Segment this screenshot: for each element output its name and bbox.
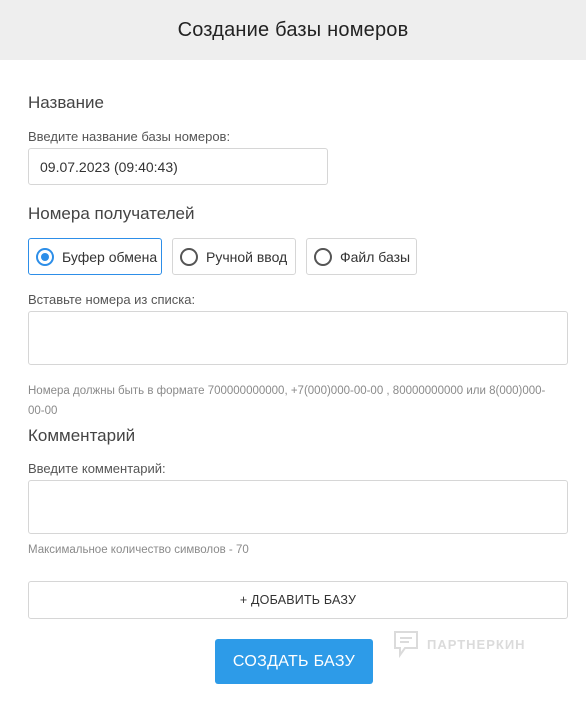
name-input-label: Введите название базы номеров: xyxy=(28,129,231,144)
base-name-input[interactable] xyxy=(28,148,328,185)
radio-file[interactable]: Файл базы xyxy=(306,238,417,275)
max-chars-hint: Максимальное количество символов - 70 xyxy=(28,544,249,556)
name-section-title: Название xyxy=(28,93,104,112)
comment-section-title: Комментарий xyxy=(28,426,136,445)
page-title: Создание базы номеров xyxy=(177,18,409,41)
create-base-button[interactable]: СОЗДАТЬ БАЗУ xyxy=(215,639,373,684)
radio-file-label: Файл базы xyxy=(340,248,411,265)
recipients-section-title: Номера получателей xyxy=(28,204,195,223)
comment-textarea[interactable] xyxy=(28,480,568,534)
radio-manual-input-label: Ручной ввод xyxy=(206,248,288,265)
chat-bubble-icon xyxy=(394,631,418,658)
radio-unchecked-icon xyxy=(314,247,332,266)
radio-clipboard-label: Буфер обмена xyxy=(62,248,158,265)
numbers-textarea[interactable] xyxy=(28,311,568,365)
add-base-button[interactable]: + ДОБАВИТЬ БАЗУ xyxy=(28,581,568,619)
radio-checked-icon xyxy=(36,247,54,266)
watermark-text: ПАРТНЕРКИН xyxy=(427,636,526,652)
comment-input-label: Введите комментарий: xyxy=(28,461,166,476)
page-header: Создание базы номеров xyxy=(0,0,586,60)
watermark: ПАРТНЕРКИН xyxy=(393,630,526,658)
format-hint: Номера должны быть в формате 70000000000… xyxy=(28,385,546,417)
radio-unchecked-icon xyxy=(180,247,198,266)
radio-manual-input[interactable]: Ручной ввод xyxy=(172,238,296,275)
paste-numbers-label: Вставьте номера из списка: xyxy=(28,292,196,307)
radio-clipboard[interactable]: Буфер обмена xyxy=(28,238,162,275)
